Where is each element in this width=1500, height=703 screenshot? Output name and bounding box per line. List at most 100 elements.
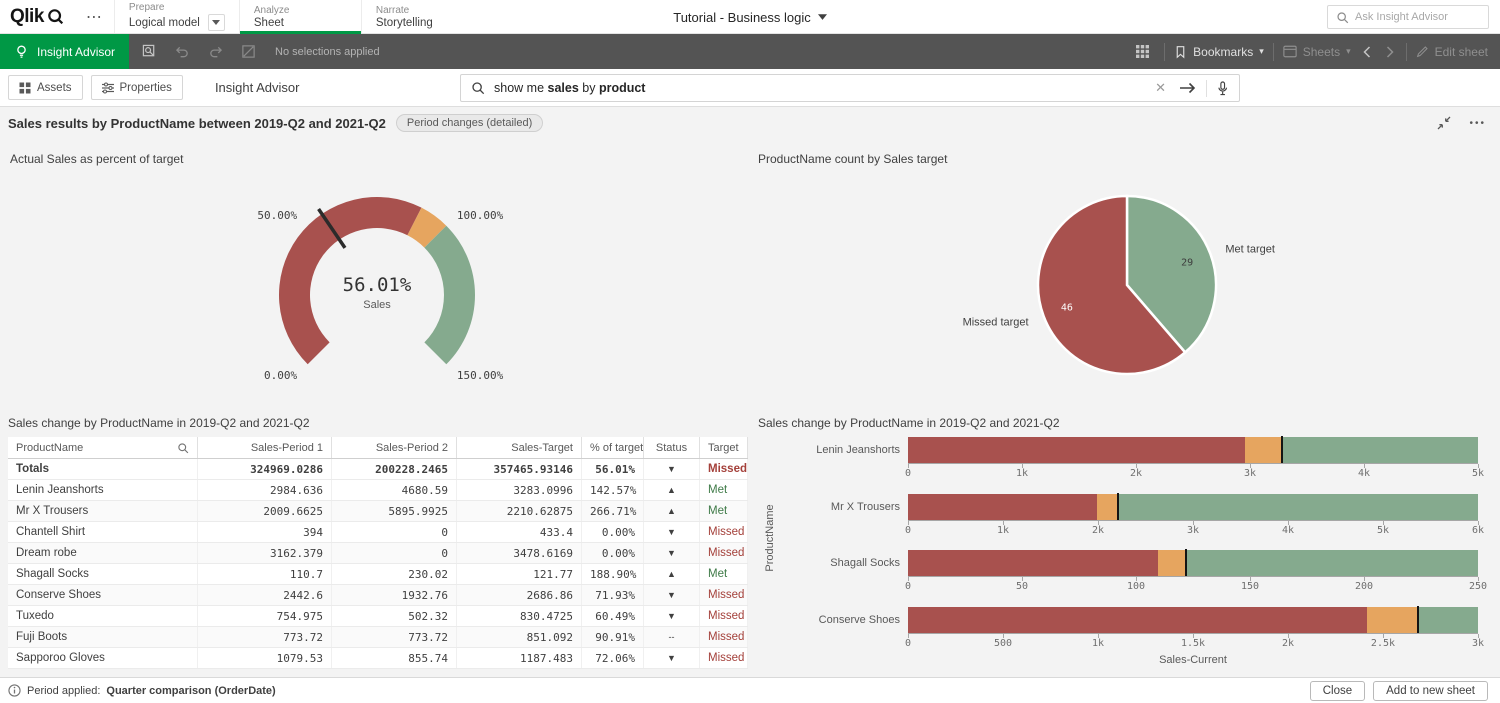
bullet-chart[interactable]: ProductName Lenin Jeanshorts01k2k3k4k5kM… [758,430,1492,676]
sheets-button[interactable]: Sheets ▾ [1283,45,1351,59]
gauge-value: 56.01% [343,274,412,296]
table-row[interactable]: Shagall Socks110.7230.02121.77188.90%▲Me… [8,564,748,585]
table-row[interactable]: Lenin Jeanshorts2984.6364680.593283.0996… [8,480,748,501]
insight-advisor-label: Insight Advisor [37,45,115,59]
edit-sheet-label: Edit sheet [1435,45,1488,59]
axis-tick-label: 2k [1282,638,1294,649]
axis-tick-label: 2k [1092,525,1104,536]
axis-tick-label: 0 [905,581,911,592]
panel-title: Insight Advisor [215,80,300,95]
table-row[interactable]: Conserve Shoes2442.61932.762686.8671.93%… [8,585,748,606]
column-header[interactable]: ProductName [8,437,198,458]
axis-tick-label: 150 [1241,581,1259,592]
clear-search-button[interactable]: ✕ [1151,80,1170,96]
table-cell: ▼ [644,606,700,626]
column-header[interactable]: Status [644,437,700,458]
microphone-button[interactable] [1216,81,1229,96]
x-axis-line [908,463,1478,464]
bullet-row[interactable]: Lenin Jeanshorts01k2k3k4k5k [758,437,1492,493]
table-cell: ▼ [644,522,700,542]
table-cell: Totals [8,459,198,479]
column-header[interactable]: % of target [582,437,644,458]
table-cell: Chantell Shirt [8,522,198,542]
properties-button[interactable]: Properties [91,75,183,100]
selections-status-text: No selections applied [275,46,380,58]
table-row[interactable]: Sapporoo Gloves1079.53855.741187.48372.0… [8,648,748,669]
collapse-button[interactable] [1437,116,1451,130]
status-arrow: ▼ [667,653,676,663]
bullet-bar[interactable]: 050100150200250 [908,550,1478,594]
pie-slice-label: Met target [1225,243,1275,255]
chevron-left-icon [1363,46,1371,58]
insight-search-bar[interactable]: show me sales by product ✕ [460,74,1240,102]
gauge-segment [424,226,475,365]
collapse-icon [1437,116,1451,130]
table-cell: Dream robe [8,543,198,563]
axis-tick-label: 0 [905,638,911,649]
range-above-target [1282,437,1478,463]
bullet-row[interactable]: Shagall Socks050100150200250 [758,550,1492,606]
grid-view-button[interactable] [1129,39,1155,65]
table-cell: 5895.9925 [332,501,457,521]
table-cell: 502.32 [332,606,457,626]
app-title-menu[interactable]: Tutorial - Business logic [0,0,1500,34]
more-options-button[interactable]: ••• [1469,118,1486,129]
table-row[interactable]: Mr X Trousers2009.66255895.99252210.6287… [8,501,748,522]
period-applied-label: Period applied: [27,685,100,697]
arrow-right-icon [1179,82,1197,94]
close-button[interactable]: Close [1310,681,1365,701]
axis-tick-label: 3k [1244,468,1256,479]
table-cell: 0.00% [582,543,644,563]
table-row[interactable]: Totals324969.0286200228.2465357465.93146… [8,459,748,480]
table-cell: 0 [332,522,457,542]
pie-chart-title: ProductName count by Sales target [758,152,947,166]
prev-sheet-button[interactable] [1360,46,1374,58]
edit-sheet-button[interactable]: Edit sheet [1416,45,1488,59]
status-arrow: ▼ [667,590,676,600]
column-header[interactable]: Target [700,437,748,458]
table-cell: 1187.483 [457,648,582,668]
next-sheet-button[interactable] [1383,46,1397,58]
table-cell: 851.092 [457,627,582,647]
step-back-button[interactable] [169,39,195,65]
insight-advisor-toggle-button[interactable]: Insight Advisor [0,34,129,69]
column-header[interactable]: Sales-Period 2 [332,437,457,458]
gauge-chart[interactable]: 0.00%50.00%100.00%150.00%56.01%Sales [170,175,590,410]
axis-tick-label: 2.5k [1371,638,1395,649]
ask-insight-advisor-input[interactable] [1355,11,1480,23]
bookmarks-button[interactable]: Bookmarks ▾ [1174,45,1264,59]
footer-bar: Period applied: Quarter comparison (Orde… [0,677,1500,703]
ask-insight-advisor-search[interactable] [1327,5,1489,29]
assets-button[interactable]: Assets [8,75,83,100]
add-to-new-sheet-button[interactable]: Add to new sheet [1373,681,1488,701]
table-cell: 1079.53 [198,648,332,668]
pie-chart[interactable]: 29Met target46Missed target [940,178,1340,403]
bullet-bar[interactable]: 05001k1.5k2k2.5k3k [908,607,1478,651]
bullet-chart-title: Sales change by ProductName in 2019-Q2 a… [758,416,1060,430]
table-row[interactable]: Tuxedo754.975502.32830.472560.49%▼Missed [8,606,748,627]
bullet-bar[interactable]: 01k2k3k4k5k [908,437,1478,481]
search-icon[interactable] [177,442,189,454]
gauge-tick-label: 150.00% [457,369,504,382]
column-header[interactable]: Sales-Target [457,437,582,458]
bullet-row[interactable]: Mr X Trousers01k2k3k4k5k6k [758,494,1492,550]
period-changes-badge: Period changes (detailed) [396,114,543,132]
clear-selections-button[interactable] [235,39,261,65]
axis-tick-label: 50 [1016,581,1028,592]
bookmark-icon [1174,45,1187,59]
bullet-bar[interactable]: 01k2k3k4k5k6k [908,494,1478,538]
pie-value-label: 46 [1061,302,1073,313]
sales-table[interactable]: ProductNameSales-Period 1Sales-Period 2S… [8,437,748,669]
assets-icon [19,82,31,94]
properties-icon [102,82,114,94]
table-row[interactable]: Fuji Boots773.72773.72851.09290.91%--Mis… [8,627,748,648]
table-row[interactable]: Dream robe3162.37903478.61690.00%▼Missed [8,543,748,564]
query-term-product: product [599,81,646,95]
table-row[interactable]: Chantell Shirt3940433.40.00%▼Missed [8,522,748,543]
table-cell: 357465.93146 [457,459,582,479]
selections-tool-button[interactable] [136,39,162,65]
submit-search-button[interactable] [1179,82,1197,94]
column-header[interactable]: Sales-Period 1 [198,437,332,458]
axis-tick-label: 2k [1130,468,1142,479]
step-forward-button[interactable] [202,39,228,65]
